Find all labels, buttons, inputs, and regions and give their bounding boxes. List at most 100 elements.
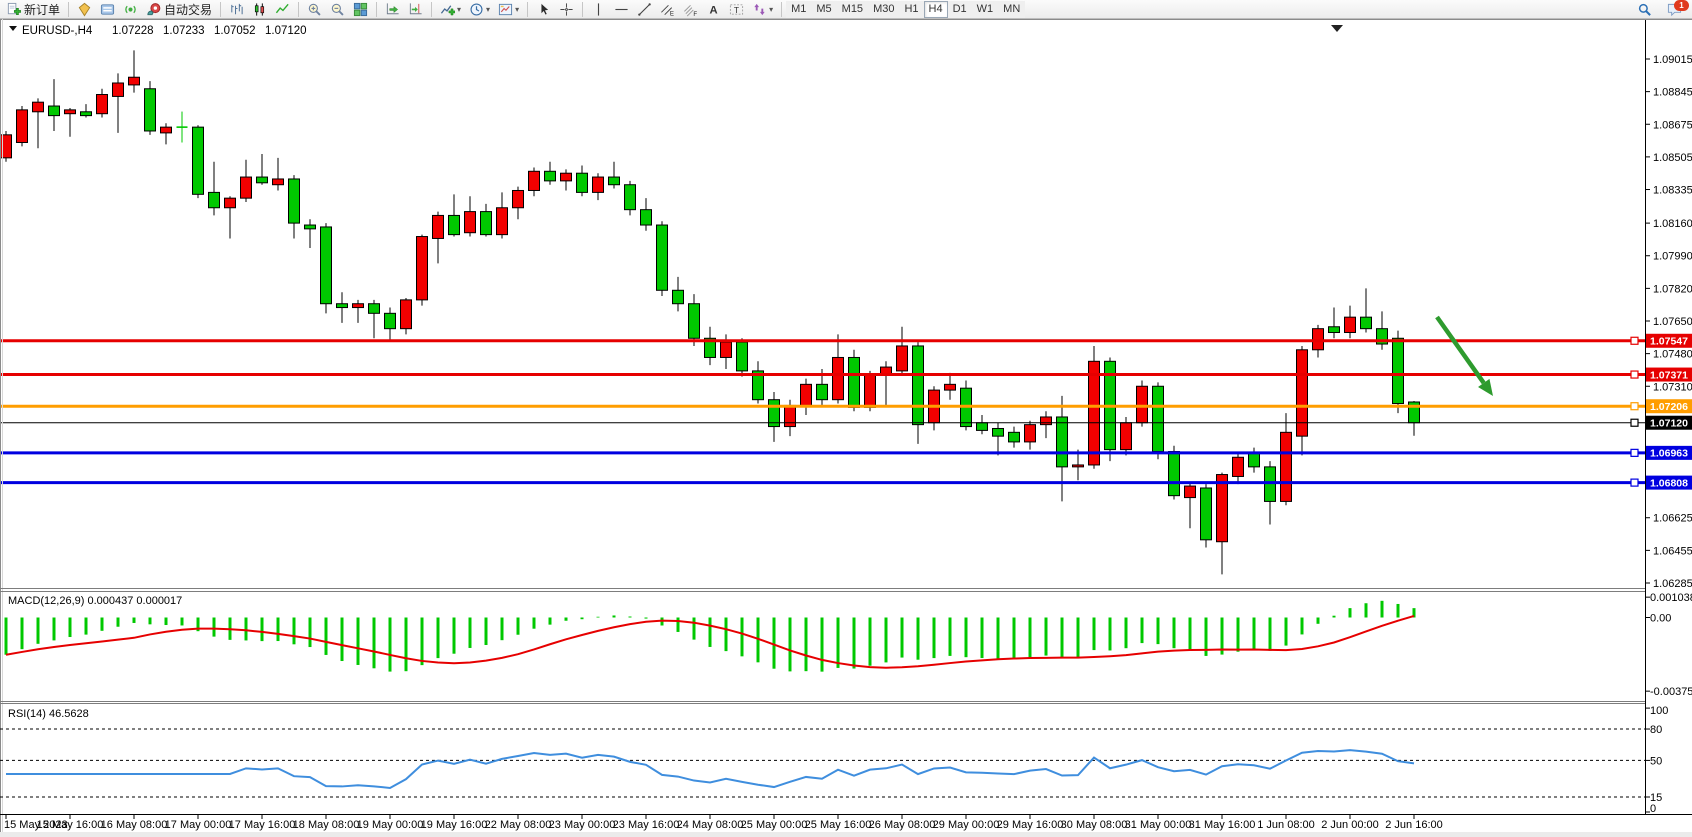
timeframe-d1-button[interactable]: D1 <box>948 1 972 18</box>
hline-anchor[interactable] <box>1631 419 1638 426</box>
timeframe-h4-button[interactable]: H4 <box>924 1 948 18</box>
new-order-icon <box>6 2 21 17</box>
chart-shift-icon <box>408 2 423 17</box>
macd-tick-label: 0.00 <box>1650 613 1671 625</box>
price-axis[interactable]: 1.075471.073711.072061.071201.069631.068… <box>1645 54 1692 590</box>
toolbar-candle-chart-button[interactable] <box>249 1 270 18</box>
toolbar-trendline-button[interactable] <box>634 1 655 18</box>
toolbar-zoom-out-button[interactable] <box>327 1 348 18</box>
templates-icon <box>498 2 513 17</box>
new-order-label: 新订单 <box>24 1 60 18</box>
toolbar-bar-chart-button[interactable] <box>226 1 247 18</box>
price-tick-label: 1.09015 <box>1653 54 1692 66</box>
price-tick-label: 1.06455 <box>1653 545 1692 557</box>
time-axis-label: 19 May 00:00 <box>357 819 424 831</box>
timeframe-switcher: M1M5M15M30H1H4D1W1MN <box>786 1 1025 18</box>
time-axis-label: 30 May 08:00 <box>1061 819 1128 831</box>
toolbar-templates-button[interactable]: ▾ <box>495 1 522 18</box>
toolbar-market-watch-button[interactable] <box>74 1 95 18</box>
rsi-tick-label: 100 <box>1650 705 1668 717</box>
text-icon: A <box>706 2 721 17</box>
price-tick-label: 1.06625 <box>1653 513 1692 525</box>
toolbar-right: 1 <box>1633 1 1686 18</box>
svg-text:E: E <box>670 10 674 16</box>
macd-tick-label: 0.001038 <box>1650 592 1692 604</box>
chart-title-collapse-triangle[interactable] <box>9 26 17 31</box>
toolbar-periods-button[interactable]: ▾ <box>466 1 493 18</box>
toolbar-indicators-button[interactable]: ▾ <box>437 1 464 18</box>
svg-text:T: T <box>734 4 739 14</box>
signal-icon <box>123 2 138 17</box>
zoom-out-icon <box>330 2 345 17</box>
toolbar-data-window-button[interactable] <box>97 1 118 18</box>
chevron-down-icon: ▾ <box>515 5 519 14</box>
toolbar-cursor-button[interactable] <box>533 1 554 18</box>
toolbar-separator <box>298 2 299 17</box>
toolbar-fibonacci-button[interactable]: F <box>680 1 701 18</box>
toolbar-new-order-button[interactable]: 新订单 <box>3 1 63 18</box>
toolbar-auto-scroll-button[interactable] <box>382 1 403 18</box>
rsi-label: RSI(14) 46.5628 <box>8 708 89 720</box>
chart-shift-marker[interactable] <box>1331 25 1343 32</box>
toolbar-crosshair-button[interactable] <box>556 1 577 18</box>
toolbar-separator <box>220 2 221 17</box>
toolbar-tile-windows-button[interactable] <box>350 1 371 18</box>
toolbar-channel-button[interactable]: E <box>657 1 678 18</box>
time-axis-label: 26 May 08:00 <box>869 819 936 831</box>
notification-badge: 1 <box>1674 0 1689 11</box>
timeframe-w1-button[interactable]: W1 <box>972 1 999 18</box>
price-line-badge: 1.06963 <box>1650 448 1688 460</box>
rsi-tick-label: 0 <box>1650 803 1656 815</box>
pane-separator[interactable] <box>0 702 1645 704</box>
toolbar-autotrade-button[interactable]: 自动交易 <box>143 1 215 18</box>
rsi-line <box>6 750 1414 788</box>
autotrade-icon <box>146 2 161 17</box>
timeframe-m15-button[interactable]: M15 <box>837 1 868 18</box>
timeframe-mn-button[interactable]: MN <box>998 1 1025 18</box>
svg-text:A: A <box>710 4 718 16</box>
tile-windows-icon <box>353 2 368 17</box>
timeframe-h1-button[interactable]: H1 <box>899 1 923 18</box>
pane-separator[interactable] <box>0 589 1645 592</box>
timeframe-m1-button[interactable]: M1 <box>786 1 811 18</box>
timeframe-m5-button[interactable]: M5 <box>811 1 836 18</box>
hline-anchor[interactable] <box>1631 337 1638 344</box>
macd-label: MACD(12,26,9) 0.000437 0.000017 <box>8 595 182 607</box>
toolbar-separator <box>68 2 69 17</box>
timeframe-m30-button[interactable]: M30 <box>868 1 899 18</box>
chart-canvas[interactable]: 1.075471.073711.072061.071201.069631.068… <box>0 0 1692 837</box>
arrows-icon <box>752 2 767 17</box>
annotations-layer[interactable] <box>1437 317 1493 396</box>
candles-layer <box>1 50 1420 574</box>
toolbar-text-label-button[interactable]: T <box>726 1 747 18</box>
price-line-badge: 1.07371 <box>1650 369 1688 381</box>
search-button[interactable] <box>1634 1 1655 18</box>
toolbar-text-button[interactable]: A <box>703 1 724 18</box>
toolbar-buttons: 新订单自动交易▾▾▾EFAT▾ <box>2 1 786 18</box>
toolbar-arrows-button[interactable]: ▾ <box>749 1 776 18</box>
toolbar-line-chart-button[interactable] <box>272 1 293 18</box>
price-tick-label: 1.08675 <box>1653 119 1692 131</box>
chat-button[interactable]: 1 <box>1664 1 1685 18</box>
time-axis-label: 17 May 00:00 <box>165 819 232 831</box>
horizontal-line-icon <box>614 2 629 17</box>
crosshair-icon <box>559 2 574 17</box>
toolbar-signal-button[interactable] <box>120 1 141 18</box>
toolbar-zoom-in-button[interactable] <box>304 1 325 18</box>
time-axis-label: 31 May 16:00 <box>1189 819 1256 831</box>
time-axis[interactable]: 15 May 202315 May 16:0016 May 08:0017 Ma… <box>4 815 1443 831</box>
bar-chart-icon <box>229 2 244 17</box>
toolbar-vertical-line-button[interactable] <box>588 1 609 18</box>
toolbar-horizontal-line-button[interactable] <box>611 1 632 18</box>
toolbar-chart-shift-button[interactable] <box>405 1 426 18</box>
auto-scroll-icon <box>385 2 400 17</box>
hline-anchor[interactable] <box>1631 403 1638 410</box>
price-line-badge: 1.06808 <box>1650 477 1688 489</box>
toolbar-separator <box>781 2 782 17</box>
price-tick-label: 1.07990 <box>1653 251 1692 263</box>
hline-anchor[interactable] <box>1631 479 1638 486</box>
price-tick-label: 1.08160 <box>1653 218 1692 230</box>
hline-anchor[interactable] <box>1631 449 1638 456</box>
hline-anchor[interactable] <box>1631 371 1638 378</box>
toolbar-separator <box>376 2 377 17</box>
